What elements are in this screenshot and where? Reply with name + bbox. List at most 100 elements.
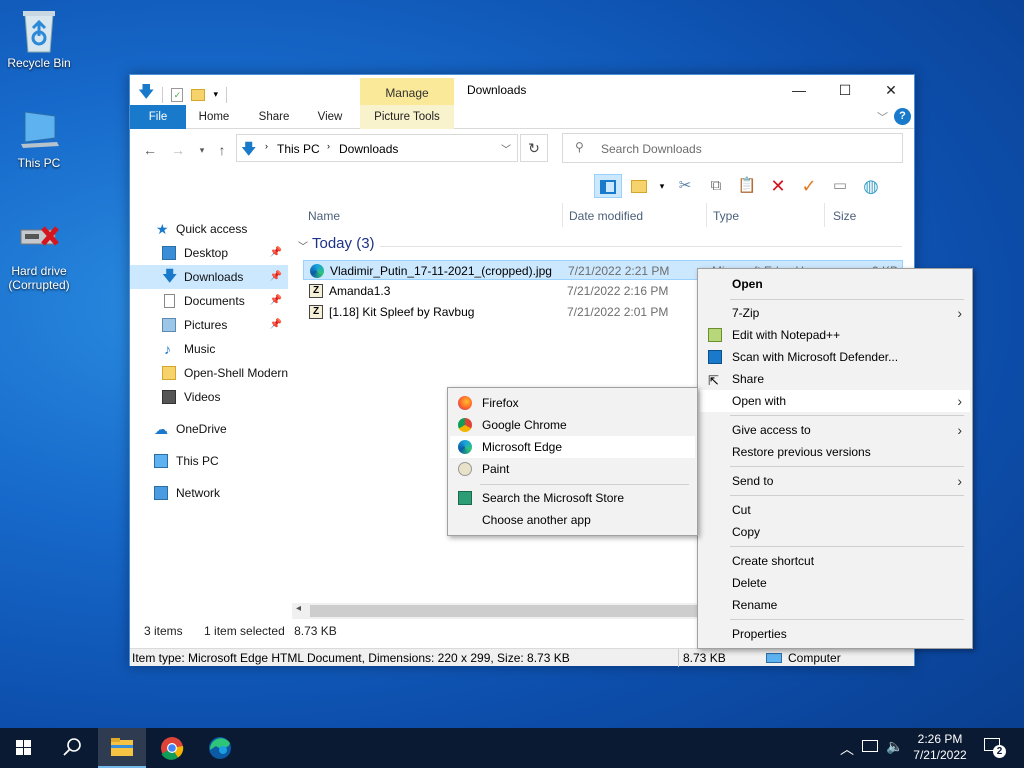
- nav-quick-access[interactable]: ★ Quick access: [130, 217, 288, 241]
- start-button[interactable]: [0, 728, 48, 768]
- menu-item-send-to[interactable]: Send to ›: [700, 470, 970, 492]
- scroll-left-icon[interactable]: ◂: [296, 603, 301, 614]
- share-icon: ⇱: [708, 373, 719, 388]
- menu-item-give-access[interactable]: Give access to ›: [700, 419, 970, 441]
- nav-onedrive[interactable]: ☁ OneDrive: [130, 417, 288, 441]
- nav-documents[interactable]: Documents 📌: [130, 289, 288, 313]
- zip-archive-icon: Z: [309, 305, 323, 319]
- menu-item-create-shortcut[interactable]: Create shortcut: [700, 550, 970, 572]
- menu-item-store[interactable]: Search the Microsoft Store: [450, 487, 695, 509]
- dropdown-icon[interactable]: ▾: [656, 174, 668, 198]
- breadcrumb-this-pc[interactable]: This PC: [277, 142, 320, 156]
- notifications-button[interactable]: 2: [984, 738, 1006, 758]
- desktop-icon-recycle-bin[interactable]: Recycle Bin: [0, 8, 78, 70]
- menu-item-paint[interactable]: Paint: [450, 458, 695, 480]
- menu-item-delete[interactable]: Delete: [700, 572, 970, 594]
- nav-music[interactable]: ♪ Music: [130, 337, 288, 361]
- desktop-icon-this-pc[interactable]: This PC: [0, 108, 78, 170]
- taskbar: ︿ 🔈 2:26 PM 7/21/2022 2: [0, 728, 1024, 768]
- new-folder-icon[interactable]: [191, 88, 206, 101]
- notepadpp-icon: [708, 328, 722, 342]
- menu-item-defender[interactable]: Scan with Microsoft Defender...: [700, 346, 970, 368]
- maximize-button[interactable]: ☐: [822, 75, 868, 105]
- properties-icon[interactable]: ✓: [171, 87, 184, 102]
- column-type[interactable]: Type: [713, 205, 739, 227]
- properties-icon[interactable]: ▭: [826, 174, 854, 198]
- paste-icon[interactable]: 📋: [733, 174, 761, 198]
- nav-open-shell[interactable]: Open-Shell Modern: [130, 361, 288, 385]
- tab-picture-tools[interactable]: Picture Tools: [360, 105, 454, 129]
- pin-icon[interactable]: 📌: [270, 313, 282, 337]
- chevron-down-icon[interactable]: ﹀: [298, 238, 308, 253]
- column-date-modified[interactable]: Date modified: [569, 205, 643, 227]
- volume-icon[interactable]: 🔈: [886, 738, 903, 755]
- rename-icon[interactable]: ✓: [795, 174, 823, 198]
- group-header-today[interactable]: Today (3): [312, 235, 375, 252]
- network-icon[interactable]: [862, 740, 878, 752]
- taskbar-edge[interactable]: [196, 728, 244, 768]
- recent-locations-button[interactable]: ▾: [192, 140, 212, 160]
- menu-item-firefox[interactable]: Firefox: [450, 392, 695, 414]
- menu-item-open[interactable]: Open: [700, 273, 970, 295]
- refresh-button[interactable]: ↻: [520, 134, 548, 162]
- collapse-ribbon-icon[interactable]: ﹀: [877, 109, 888, 125]
- menu-item-notepadpp[interactable]: Edit with Notepad++: [700, 324, 970, 346]
- scrollbar-thumb[interactable]: [310, 605, 700, 617]
- tab-home[interactable]: Home: [192, 105, 236, 129]
- menu-item-rename[interactable]: Rename: [700, 594, 970, 616]
- menu-item-restore[interactable]: Restore previous versions: [700, 441, 970, 463]
- defender-icon: [708, 350, 722, 364]
- menu-item-7zip[interactable]: 7-Zip ›: [700, 302, 970, 324]
- tab-manage[interactable]: Manage: [360, 78, 454, 106]
- shell-icon[interactable]: ◍: [857, 174, 885, 198]
- menu-item-cut[interactable]: Cut: [700, 499, 970, 521]
- taskbar-file-explorer[interactable]: [98, 728, 146, 768]
- cloud-icon: ☁: [154, 421, 168, 437]
- tab-file[interactable]: File: [130, 105, 186, 129]
- up-button[interactable]: ↑: [212, 140, 232, 160]
- nav-videos[interactable]: Videos: [130, 385, 288, 409]
- clock[interactable]: 2:26 PM 7/21/2022: [908, 731, 972, 763]
- show-hidden-icons-icon[interactable]: ︿: [840, 739, 854, 759]
- forward-button[interactable]: →: [168, 140, 188, 160]
- copy-icon[interactable]: ⧉: [702, 174, 730, 198]
- customize-qat-icon[interactable]: ▾: [213, 89, 218, 100]
- breadcrumb-downloads[interactable]: Downloads: [339, 142, 398, 156]
- column-name[interactable]: Name: [308, 205, 340, 227]
- menu-item-share[interactable]: ⇱ Share: [700, 368, 970, 390]
- delete-icon[interactable]: ✕: [764, 174, 792, 198]
- nav-pictures[interactable]: Pictures 📌: [130, 313, 288, 337]
- nav-network[interactable]: Network: [130, 481, 288, 505]
- cut-icon[interactable]: ✂: [671, 174, 699, 198]
- search-button[interactable]: [48, 728, 96, 768]
- tab-view[interactable]: View: [308, 105, 352, 129]
- downloads-icon: 🡇: [162, 268, 178, 285]
- help-icon[interactable]: ?: [894, 108, 911, 125]
- address-bar[interactable]: 🡇 › This PC › Downloads ﹀: [236, 134, 518, 162]
- menu-item-chrome[interactable]: Google Chrome: [450, 414, 695, 436]
- pin-icon[interactable]: 📌: [270, 265, 282, 289]
- nav-desktop[interactable]: Desktop 📌: [130, 241, 288, 265]
- menu-item-edge[interactable]: Microsoft Edge: [450, 436, 695, 458]
- pin-icon[interactable]: 📌: [270, 289, 282, 313]
- close-button[interactable]: ✕: [868, 75, 914, 105]
- navigation-pane: ★ Quick access Desktop 📌 🡇 Downloads 📌 D…: [130, 215, 290, 625]
- search-input[interactable]: ⚲ Search Downloads: [562, 133, 903, 163]
- preview-pane-icon[interactable]: [594, 174, 622, 198]
- menu-item-open-with[interactable]: Open with ›: [700, 390, 970, 412]
- nav-downloads[interactable]: 🡇 Downloads 📌: [130, 265, 288, 289]
- address-dropdown-icon[interactable]: ﹀: [501, 141, 511, 156]
- menu-item-copy[interactable]: Copy: [700, 521, 970, 543]
- column-size[interactable]: Size: [833, 205, 856, 227]
- recycle-bin-icon: [17, 8, 61, 53]
- nav-this-pc[interactable]: This PC: [130, 449, 288, 473]
- menu-item-properties[interactable]: Properties: [700, 623, 970, 645]
- pin-icon[interactable]: 📌: [270, 241, 282, 265]
- menu-item-choose-app[interactable]: Choose another app: [450, 509, 695, 531]
- desktop-icon-hard-drive[interactable]: Hard drive (Corrupted): [0, 216, 78, 292]
- minimize-button[interactable]: —: [776, 75, 822, 105]
- new-folder-icon[interactable]: [625, 174, 653, 198]
- taskbar-chrome[interactable]: [148, 728, 196, 768]
- tab-share[interactable]: Share: [252, 105, 296, 129]
- back-button[interactable]: ←: [140, 140, 160, 160]
